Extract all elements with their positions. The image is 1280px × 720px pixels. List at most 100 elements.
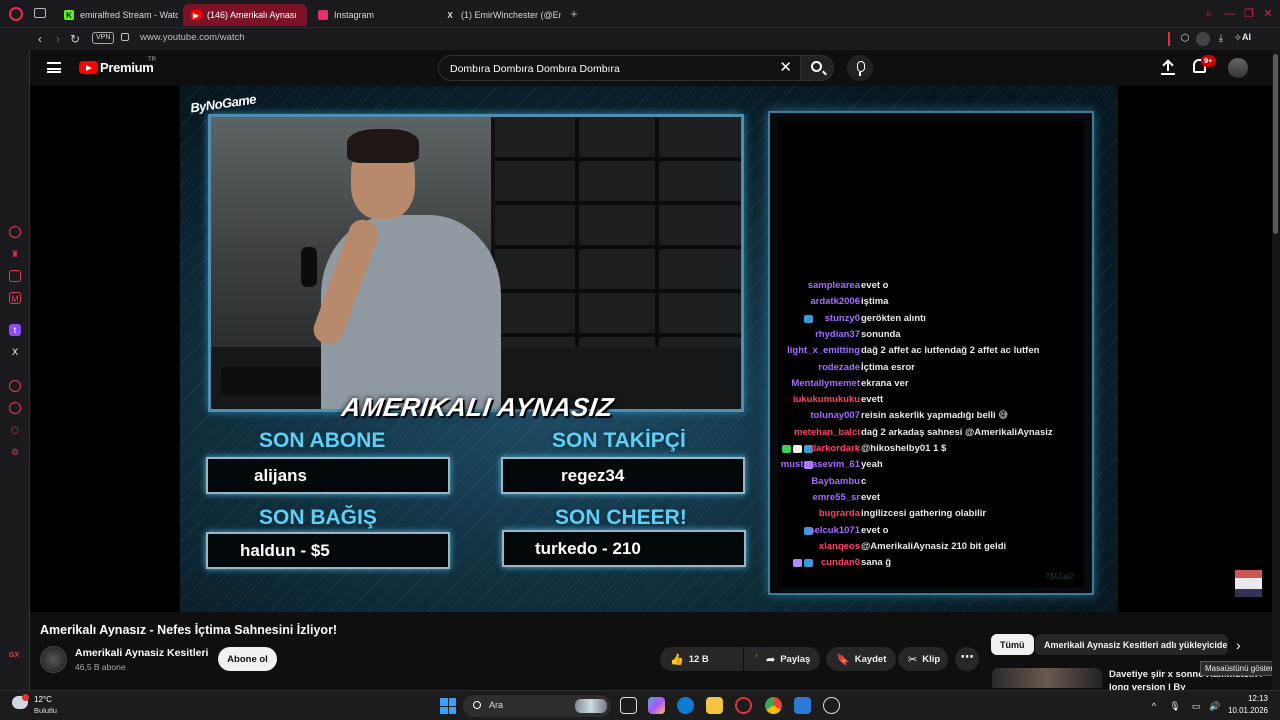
player-icon[interactable] [9, 380, 21, 392]
chip-all[interactable]: Tümü [991, 634, 1034, 655]
chat-username: cundan0 [820, 557, 860, 569]
menu-icon[interactable] [47, 62, 61, 73]
country-code: TR [148, 57, 156, 63]
tab-kick[interactable]: K emiralfred Stream - Watch [56, 4, 178, 26]
microphone-icon[interactable]: 🎙 [1169, 700, 1181, 712]
chevron-right-icon[interactable]: › [1236, 637, 1241, 653]
chat-username: tolunay007 [810, 410, 860, 422]
last-subscriber-title: SON ABONE [259, 429, 386, 452]
subscribe-button[interactable]: Abone ol [218, 647, 277, 671]
tab-youtube[interactable]: ▶ (146) Amerikalı Aynası [183, 4, 307, 26]
recommendation-thumbnail[interactable] [992, 668, 1102, 688]
close-window-icon[interactable]: ✕ [1262, 8, 1274, 20]
save-label: Kaydet [854, 653, 887, 665]
scrollbar-thumb[interactable] [1273, 54, 1278, 234]
chrome-icon[interactable] [765, 697, 782, 714]
share-button[interactable]: ➦ Paylaş [756, 647, 820, 671]
history-icon[interactable] [9, 402, 21, 414]
tab-label: (1) EmirWinchester (@Emi [461, 10, 561, 20]
store-icon[interactable] [794, 697, 811, 714]
search-highlight-image [575, 699, 607, 713]
youtube-premium-label[interactable]: Premium [100, 60, 154, 75]
like-button[interactable]: 👍 12 B [660, 647, 743, 671]
chat-message: darkordark @hikoshelby01 1 $ [778, 443, 1084, 457]
clip-button[interactable]: ✂ Klip [898, 647, 948, 671]
widgets-icon[interactable] [648, 697, 665, 714]
reload-icon[interactable]: ↻ [68, 31, 82, 47]
kick-icon: K [64, 10, 74, 20]
maximize-icon[interactable]: ❐ [1243, 8, 1255, 20]
chat-username: bugrarda [818, 508, 860, 520]
last-follower-value: regez34 [561, 466, 625, 485]
download-icon[interactable]: ⤓ [1214, 32, 1228, 46]
chat-username: rhydian37 [815, 328, 860, 340]
app-icon[interactable] [823, 697, 840, 714]
vpn-badge[interactable]: VPN [92, 32, 115, 44]
profile-icon[interactable] [1196, 32, 1210, 46]
x-icon[interactable]: X [9, 346, 21, 358]
clock-date[interactable]: 10.01.2026 [1226, 706, 1268, 715]
chat-username: samplearea [807, 280, 860, 291]
clock-time[interactable]: 12:13 [1232, 694, 1268, 703]
chat-message: samplearea evet o [778, 280, 1084, 294]
chat-message: stunzy0 gerökten alıntı [778, 313, 1084, 327]
mini-player-avatar[interactable] [1235, 570, 1262, 597]
channel-avatar[interactable] [40, 646, 67, 673]
extensions-icon[interactable]: ⬡ [1178, 32, 1192, 46]
opera-gx-taskbar-icon[interactable] [735, 697, 752, 714]
tab-x[interactable]: X (1) EmirWinchester (@Emi [437, 4, 561, 26]
show-desktop-tooltip: Masaüstünü göster [1200, 661, 1279, 676]
last-donation-title: SON BAĞIŞ [259, 506, 377, 529]
search-input[interactable]: Dombıra Dombıra Dombıra Dombıra ✕ [438, 55, 800, 81]
url-field[interactable]: www.youtube.com/watch [140, 32, 245, 43]
upload-icon[interactable] [1161, 59, 1175, 75]
opera-logo-icon[interactable] [9, 7, 23, 21]
task-view-icon[interactable] [620, 697, 637, 714]
chip-from-uploader[interactable]: Amerikali Aynasiz Kesitleri adlı yükleyi… [1035, 634, 1228, 655]
chevron-up-icon[interactable]: ^ [1148, 700, 1160, 712]
youtube-logo-icon[interactable] [79, 61, 98, 74]
chat-text: evett [861, 394, 884, 406]
chat-badge-icon [804, 314, 813, 323]
taskbar-search[interactable]: Ara [463, 695, 611, 717]
chat-text: yeah [861, 459, 883, 471]
file-explorer-icon[interactable] [706, 697, 723, 714]
volume-icon[interactable]: 🔊 [1209, 700, 1221, 712]
account-avatar[interactable] [1228, 58, 1248, 78]
search-query[interactable]: Dombıra Dombıra Dombıra Dombıra [450, 63, 620, 75]
search-tabs-icon[interactable]: ⌕ [1203, 8, 1215, 20]
video-player[interactable]: ByNoGame AMERIKALI AYNASIZ SON ABONE ali… [30, 86, 1272, 612]
back-icon[interactable]: ‹ [33, 31, 47, 47]
weather-temperature[interactable]: 12°C [34, 695, 52, 704]
workspace-icon[interactable] [34, 8, 46, 18]
extensions-icon[interactable]: ⬡ [9, 424, 21, 436]
search-button[interactable] [800, 55, 834, 81]
chat-watermark: TMJuv2 [1045, 572, 1074, 581]
weather-condition[interactable]: Bulutlu [34, 706, 57, 715]
new-tab-icon[interactable]: + [568, 8, 580, 20]
windows-start-icon[interactable] [440, 698, 456, 714]
display-icon[interactable]: ▭ [1190, 700, 1202, 712]
games-icon[interactable]: ♜ [9, 248, 21, 260]
ai-label[interactable]: AI [1242, 32, 1251, 42]
chat-text: reisin askerlik yapmadığı belli 😅 [861, 410, 1009, 422]
channel-name[interactable]: Amerikali Aynasiz Kesitleri [75, 647, 208, 659]
minimize-icon[interactable]: — [1224, 8, 1236, 20]
settings-icon[interactable]: ⚙ [9, 446, 21, 458]
news-icon[interactable] [9, 270, 21, 282]
tab-instagram[interactable]: Instagram [310, 4, 434, 26]
last-cheer-title: SON CHEER! [555, 506, 687, 529]
last-donation-box: haldun - $5 [206, 532, 450, 569]
voice-search-icon[interactable] [847, 55, 873, 81]
music-icon[interactable]: M [9, 292, 21, 304]
more-actions-button[interactable]: ⋯ [955, 647, 979, 671]
gx-logo: GX [9, 652, 20, 659]
aria-icon[interactable] [9, 226, 21, 238]
forward-icon[interactable]: › [51, 31, 65, 47]
edge-icon[interactable] [677, 697, 694, 714]
clear-search-icon[interactable]: ✕ [779, 60, 792, 76]
save-button[interactable]: 🔖 Kaydet [826, 647, 896, 671]
browser-tab-strip: K emiralfred Stream - Watch ▶ (146) Amer… [0, 0, 1280, 28]
twitch-icon[interactable]: t [9, 324, 21, 336]
chat-text: İçtima esror [861, 361, 915, 373]
